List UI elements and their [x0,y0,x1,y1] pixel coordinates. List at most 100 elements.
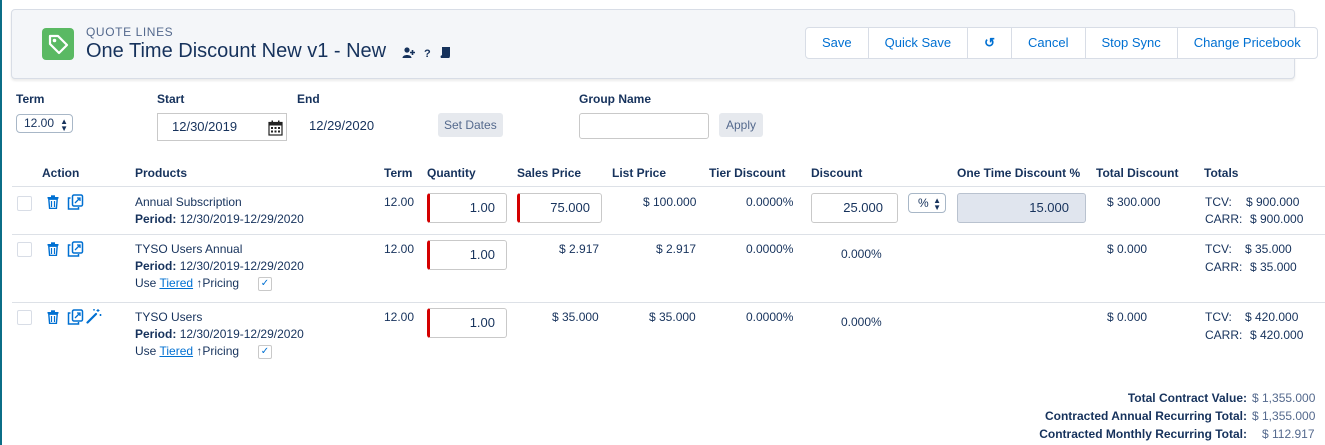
total-discount-value: $ 300.000 [1107,195,1161,209]
contracted-monthly-recurring-label: Contracted Monthly Recurring Total: [1039,427,1247,441]
tcv-value: $ 420.000 [1245,310,1299,324]
header-button-group: Save Quick Save ↺ Cancel Stop Sync Chang… [805,27,1318,59]
list-price-value: $ 100.000 [643,195,697,209]
row-select-checkbox[interactable] [17,242,32,257]
list-price-value: $ 2.917 [656,242,697,256]
tcv-value: $ 35.000 [1245,242,1292,256]
end-label: End [297,92,320,106]
term-select-value: 12.00 [24,116,55,130]
group-name-label: Group Name [579,92,652,106]
carr-label: CARR: [1205,328,1243,342]
product-period: Period: 12/30/2019-12/29/2020 [135,212,304,226]
pricing-checkbox[interactable]: ✓ [258,345,272,359]
col-one-time-discount: One Time Discount % [957,166,1081,180]
tcv-label: TCV: [1205,195,1232,209]
tcv-label: TCV: [1205,242,1232,256]
trash-icon[interactable] [47,242,59,261]
product-name: TYSO Users [135,310,203,324]
tier-discount-value: 0.0000% [746,310,794,324]
pricing-option: Use Tiered ↑Pricing [135,276,240,290]
contracted-annual-recurring-value: $ 1,355.000 [1252,409,1316,423]
book-icon[interactable] [440,46,450,61]
set-dates-button[interactable]: Set Dates [438,113,503,137]
col-quantity: Quantity [427,166,476,180]
magic-wand-icon[interactable] [86,308,102,329]
add-user-icon[interactable] [402,47,415,61]
product-period: Period: 12/30/2019-12/29/2020 [135,259,304,273]
carr-value: $ 900.000 [1250,212,1304,226]
term-value: 12.00 [384,242,415,256]
start-date-input[interactable]: 12/30/2019 [157,113,287,141]
carr-label: CARR: [1205,260,1243,274]
pricing-checkbox[interactable]: ✓ [258,277,272,291]
undo-icon: ↺ [984,35,996,50]
term-label: Term [16,92,45,106]
tiered-link[interactable]: Tiered [159,344,193,358]
total-contract-value-label: Total Contract Value: [1127,391,1247,405]
carr-value: $ 35.000 [1250,260,1297,274]
discount-value: 0.000% [841,247,882,261]
term-select[interactable]: 12.00 ▲ ▼ [16,114,73,133]
start-date-value: 12/30/2019 [172,119,238,134]
contracted-monthly-recurring-value: $ 112.917 [1262,427,1315,441]
price-tag-icon [42,28,74,60]
list-price-value: $ 35.000 [649,310,696,324]
page-eyebrow: QUOTE LINES [86,25,174,39]
col-discount: Discount [811,166,863,180]
undo-button[interactable]: ↺ [967,28,1011,58]
page-title: One Time Discount New v1 - New [86,40,387,62]
product-name: TYSO Users Annual [135,242,243,256]
row-select-checkbox[interactable] [17,196,32,211]
tiered-link[interactable]: Tiered [159,276,193,290]
col-action: Action [42,166,80,180]
quantity-input[interactable]: 1.00 [427,308,507,338]
select-arrows-icon: ▲ ▼ [933,196,941,212]
col-term: Term [384,166,413,180]
sales-price-value: $ 35.000 [552,310,599,324]
one-time-discount-input[interactable]: 15.000 [957,193,1086,223]
product-name: Annual Subscription [135,195,242,209]
discount-unit-select[interactable]: % ▲ ▼ [908,193,946,213]
sales-price-value: $ 2.917 [559,242,600,256]
carr-value: $ 420.000 [1250,328,1304,342]
row-divider [12,302,1325,303]
trash-icon[interactable] [47,310,59,329]
term-value: 12.00 [384,195,415,209]
quick-save-button[interactable]: Quick Save [867,28,967,58]
window-edge [0,0,2,445]
discount-input[interactable]: 25.000 [811,193,898,223]
col-tier-discount: Tier Discount [709,166,786,180]
clone-icon[interactable] [67,194,84,215]
select-arrows-icon: ▲ ▼ [60,117,68,133]
product-period: Period: 12/30/2019-12/29/2020 [135,327,304,341]
quantity-input[interactable]: 1.00 [427,193,507,223]
trash-icon[interactable] [47,195,59,214]
save-button[interactable]: Save [806,28,868,58]
row-select-checkbox[interactable] [17,310,32,325]
tier-discount-value: 0.0000% [746,242,794,256]
start-label: Start [157,92,185,106]
group-name-input[interactable] [579,113,709,139]
col-list-price: List Price [612,166,667,180]
end-date-value: 12/29/2020 [309,118,375,133]
col-totals: Totals [1204,166,1239,180]
help-icon[interactable]: ? [424,48,431,60]
total-contract-value: $ 1,355.000 [1252,391,1316,405]
discount-value: 0.000% [841,315,882,329]
sales-price-input[interactable]: 75.000 [517,193,602,223]
discount-unit-value: % [918,196,929,210]
apply-button[interactable]: Apply [719,113,764,137]
quantity-input[interactable]: 1.00 [427,240,507,270]
contracted-annual-recurring-label: Contracted Annual Recurring Total: [1044,409,1247,423]
col-sales-price: Sales Price [517,166,582,180]
tcv-value: $ 900.000 [1246,195,1300,209]
cancel-button[interactable]: Cancel [1011,28,1084,58]
tier-discount-value: 0.0000% [746,195,794,209]
stop-sync-button[interactable]: Stop Sync [1084,28,1177,58]
col-products: Products [135,166,188,180]
clone-icon[interactable] [67,309,84,330]
row-divider [12,234,1325,235]
clone-icon[interactable] [67,241,84,262]
change-pricebook-button[interactable]: Change Pricebook [1176,28,1317,58]
calendar-icon[interactable] [268,119,283,145]
